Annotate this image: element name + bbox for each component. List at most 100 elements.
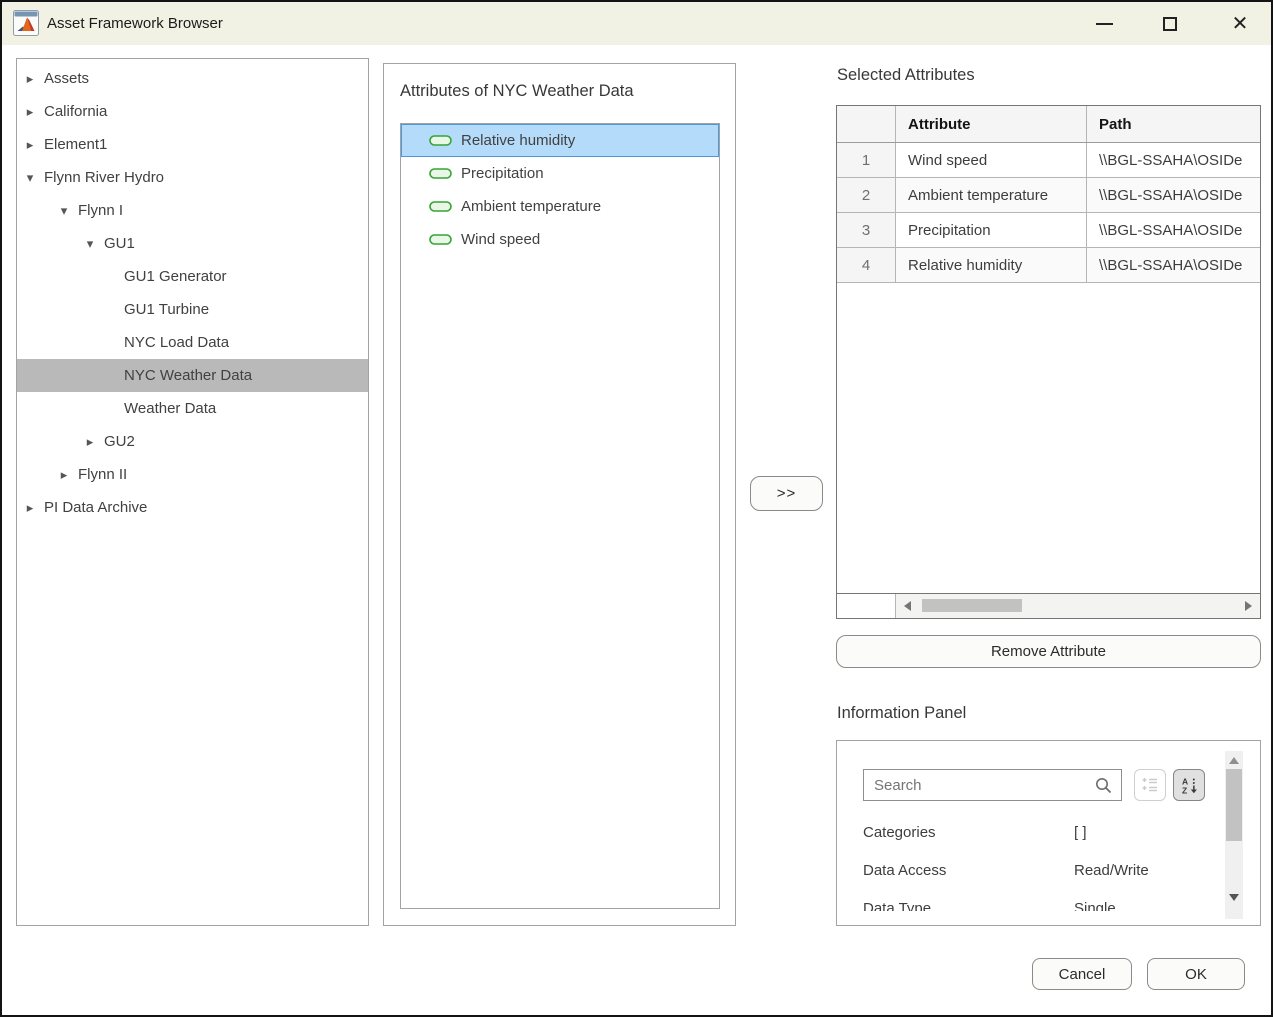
v-scrollbar-thumb[interactable] <box>1226 769 1242 841</box>
tree-item[interactable]: GU1 Turbine <box>17 293 368 326</box>
path-cell: \\BGL-SSAHA\OSIDe <box>1087 213 1260 247</box>
add-attribute-button[interactable]: >> <box>750 476 823 511</box>
tree-item-label: Element1 <box>44 136 107 153</box>
attribute-icon <box>429 168 461 179</box>
attribute-cell: Precipitation <box>896 213 1087 247</box>
attribute-list-item[interactable]: Wind speed <box>401 223 719 256</box>
table-header-row: Attribute Path <box>837 106 1260 143</box>
tree-item[interactable]: Weather Data <box>17 392 368 425</box>
table-row[interactable]: 1Wind speed\\BGL-SSAHA\OSIDe <box>837 143 1260 178</box>
tree-item[interactable]: ▸ Flynn II <box>17 458 368 491</box>
title-bar[interactable]: Asset Framework Browser ✕ <box>2 2 1271 45</box>
collapse-arrow-icon[interactable]: ▾ <box>57 203 71 219</box>
attribute-icon <box>429 135 461 146</box>
attribute-icon <box>429 234 461 245</box>
property-row: Data AccessRead/Write <box>837 851 1217 889</box>
table-header-path: Path <box>1087 106 1260 142</box>
property-row: Categories[ ] <box>837 813 1217 851</box>
path-cell: \\BGL-SSAHA\OSIDe <box>1087 178 1260 212</box>
scroll-left-icon[interactable] <box>904 601 911 611</box>
expand-arrow-icon[interactable]: ▸ <box>23 71 37 87</box>
tree-item[interactable]: GU1 Generator <box>17 260 368 293</box>
group-view-button[interactable] <box>1134 769 1166 801</box>
table-row[interactable]: 2Ambient temperature\\BGL-SSAHA\OSIDe <box>837 178 1260 213</box>
table-row[interactable]: 4Relative humidity\\BGL-SSAHA\OSIDe <box>837 248 1260 283</box>
close-icon: ✕ <box>1232 14 1249 34</box>
tree-item[interactable]: NYC Load Data <box>17 326 368 359</box>
information-panel-title: Information Panel <box>837 704 966 723</box>
table-header-index <box>837 106 896 142</box>
expand-arrow-icon[interactable]: ▸ <box>23 104 37 120</box>
property-value: Read/Write <box>1074 862 1149 879</box>
attributes-panel: Attributes of NYC Weather Data Relative … <box>383 63 736 926</box>
tree-item[interactable]: ▸ GU2 <box>17 425 368 458</box>
tree-item-label: Flynn II <box>78 466 127 483</box>
scroll-down-icon[interactable] <box>1229 894 1239 901</box>
asset-framework-browser-window: Asset Framework Browser ✕ ▸Assets▸Califo… <box>0 0 1273 1017</box>
asset-tree: ▸Assets▸California▸Element1▾Flynn River … <box>16 58 369 926</box>
attribute-icon <box>429 201 461 212</box>
maximize-button[interactable] <box>1154 11 1186 37</box>
attribute-list-item[interactable]: Relative humidity <box>401 124 719 157</box>
search-input[interactable] <box>874 777 1095 794</box>
h-scrollbar-track[interactable] <box>896 594 1260 618</box>
tree-item[interactable]: ▸ Element1 <box>17 128 368 161</box>
scrollbar-corner-cell <box>837 594 896 618</box>
table-row[interactable]: 3Precipitation\\BGL-SSAHA\OSIDe <box>837 213 1260 248</box>
attributes-list: Relative humidityPrecipitationAmbient te… <box>400 123 720 909</box>
tree-item[interactable]: ▾Flynn I <box>17 194 368 227</box>
tree-item-label: GU1 <box>104 235 135 252</box>
property-list: Categories[ ]Data AccessRead/WriteData T… <box>837 813 1217 911</box>
attribute-cell: Wind speed <box>896 143 1087 177</box>
sort-az-icon: A Z <box>1180 776 1199 795</box>
sort-az-button[interactable]: A Z <box>1173 769 1205 801</box>
cancel-button[interactable]: Cancel <box>1032 958 1132 990</box>
close-button[interactable]: ✕ <box>1224 11 1256 37</box>
information-panel: A Z Categories[ ]Data AccessRead/WriteDa… <box>836 740 1261 926</box>
row-number-cell: 1 <box>837 143 896 177</box>
maximize-icon <box>1163 17 1177 31</box>
tree-item-label: GU2 <box>104 433 135 450</box>
tree-item[interactable]: ▸PI Data Archive <box>17 491 368 524</box>
minimize-icon <box>1096 23 1113 25</box>
property-value: [ ] <box>1074 824 1087 841</box>
expand-arrow-icon[interactable]: ▸ <box>23 137 37 153</box>
row-number-cell: 2 <box>837 178 896 212</box>
v-scrollbar-track[interactable] <box>1225 751 1243 919</box>
path-cell: \\BGL-SSAHA\OSIDe <box>1087 143 1260 177</box>
expand-arrow-icon[interactable]: ▸ <box>23 500 37 516</box>
path-cell: \\BGL-SSAHA\OSIDe <box>1087 248 1260 282</box>
tree-item[interactable]: NYC Weather Data <box>17 359 368 392</box>
tree-item-label: GU1 Generator <box>124 268 227 285</box>
scroll-right-icon[interactable] <box>1245 601 1252 611</box>
minimize-button[interactable] <box>1088 11 1120 37</box>
row-number-cell: 4 <box>837 248 896 282</box>
svg-text:Z: Z <box>1182 785 1187 795</box>
scroll-up-icon[interactable] <box>1229 757 1239 764</box>
attribute-cell: Relative humidity <box>896 248 1087 282</box>
remove-attribute-button[interactable]: Remove Attribute <box>836 635 1261 668</box>
table-header-attribute: Attribute <box>896 106 1087 142</box>
collapse-arrow-icon[interactable]: ▾ <box>83 236 97 252</box>
group-view-icon <box>1141 776 1159 794</box>
attribute-list-item[interactable]: Precipitation <box>401 157 719 190</box>
collapse-arrow-icon[interactable]: ▾ <box>23 170 37 186</box>
tree-item-label: Weather Data <box>124 400 216 417</box>
tree-item[interactable]: ▸California <box>17 95 368 128</box>
table-horizontal-scrollbar <box>837 593 1260 618</box>
tree-item-label: NYC Weather Data <box>124 367 252 384</box>
expand-arrow-icon[interactable]: ▸ <box>57 467 71 483</box>
table-empty-area <box>837 283 1260 593</box>
property-name: Data Type <box>863 900 1074 912</box>
tree-item[interactable]: ▸Assets <box>17 62 368 95</box>
tree-item-label: NYC Load Data <box>124 334 229 351</box>
property-name: Categories <box>863 824 1074 841</box>
ok-button[interactable]: OK <box>1147 958 1245 990</box>
tree-item[interactable]: ▾Flynn River Hydro <box>17 161 368 194</box>
tree-item[interactable]: ▾ GU1 <box>17 227 368 260</box>
expand-arrow-icon[interactable]: ▸ <box>83 434 97 450</box>
property-value: Single <box>1074 900 1116 912</box>
property-row: Data TypeSingle <box>837 889 1217 911</box>
attribute-list-item[interactable]: Ambient temperature <box>401 190 719 223</box>
h-scrollbar-thumb[interactable] <box>922 599 1022 612</box>
